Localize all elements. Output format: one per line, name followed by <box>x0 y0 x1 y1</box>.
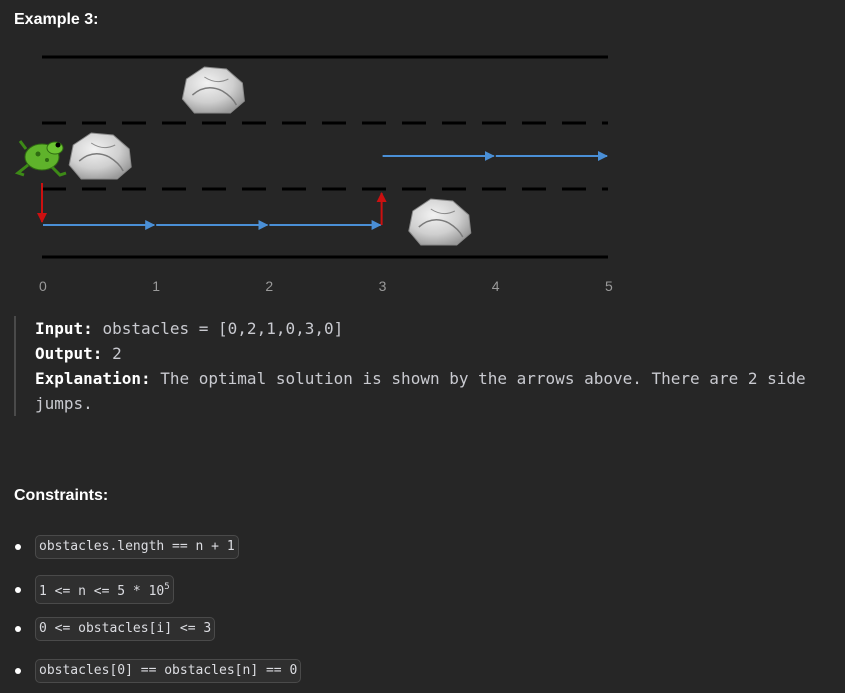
rock-icon <box>181 66 245 114</box>
rock-icon <box>68 132 132 180</box>
bullet-icon <box>15 544 21 550</box>
constraint-code: obstacles[0] == obstacles[n] == 0 <box>35 659 302 683</box>
input-line: Input: obstacles = [0,2,1,0,3,0] <box>35 316 845 341</box>
frog-jump-diagram: 0 1 2 3 4 5 <box>14 55 613 294</box>
frog-icon <box>14 140 67 177</box>
bullet-icon <box>15 626 21 632</box>
constraint-exponent: 5 <box>164 582 170 592</box>
constraint-item: 1 <= n <= 5 * 105 <box>14 575 174 604</box>
axis-tick-label: 5 <box>605 278 613 294</box>
axis-tick-label: 1 <box>152 278 160 294</box>
constraints-title: Constraints: <box>14 487 109 504</box>
constraint-item: obstacles.length == n + 1 <box>14 535 239 559</box>
axis-tick-label: 2 <box>265 278 273 294</box>
output-label: Output: <box>35 344 103 363</box>
input-label: Input: <box>35 319 93 338</box>
constraint-code-text: 1 <= n <= 5 * 10 <box>39 584 165 599</box>
output-value: 2 <box>112 344 122 363</box>
axis-tick-label: 3 <box>379 278 387 294</box>
bullet-icon <box>15 668 21 674</box>
constraint-code: 1 <= n <= 5 * 105 <box>35 575 174 604</box>
constraint-item: obstacles[0] == obstacles[n] == 0 <box>14 659 302 683</box>
bullet-icon <box>15 586 21 593</box>
output-line: Output: 2 <box>35 341 845 366</box>
example-block: Input: obstacles = [0,2,1,0,3,0] Output:… <box>14 316 845 416</box>
explanation-line: Explanation: The optimal solution is sho… <box>35 366 845 416</box>
explanation-text: The optimal solution is shown by the arr… <box>35 369 806 413</box>
constraint-item: 0 <= obstacles[i] <= 3 <box>14 617 216 641</box>
input-value: obstacles = [0,2,1,0,3,0] <box>102 319 344 338</box>
constraint-code: 0 <= obstacles[i] <= 3 <box>35 617 216 641</box>
axis-tick-label: 0 <box>39 278 47 294</box>
constraint-code: obstacles.length == n + 1 <box>35 535 239 559</box>
explanation-label: Explanation: <box>35 369 151 388</box>
example-title: Example 3: <box>14 11 99 28</box>
axis-tick-label: 4 <box>492 278 500 294</box>
rock-icon <box>408 198 472 246</box>
